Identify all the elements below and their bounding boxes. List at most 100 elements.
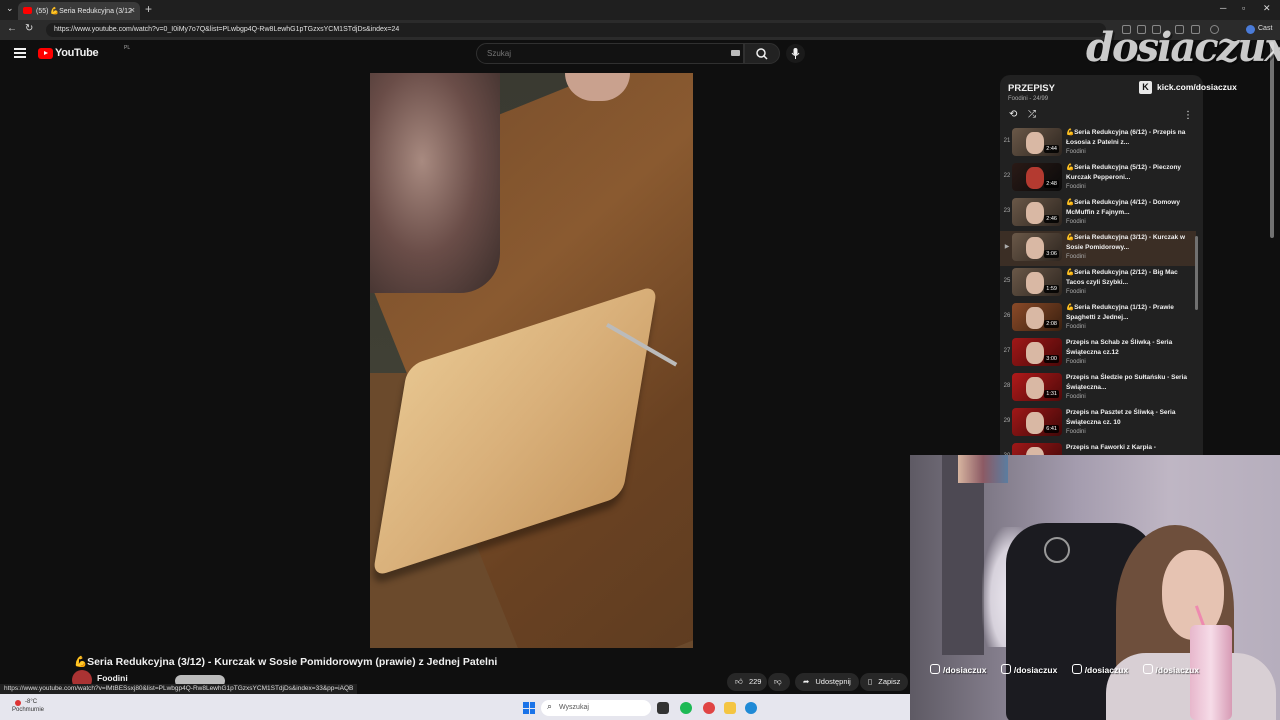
page-scrollbar[interactable] [1270, 42, 1274, 238]
playlist-item-title: 💪Seria Redukcyjna (1/12) - Prawie Spaghe… [1066, 304, 1174, 321]
video-person-torso [370, 73, 500, 293]
playlist-item[interactable]: 25 1:59 💪Seria Redukcyjna (2/12) - Big M… [1000, 266, 1196, 301]
hamburger-menu-icon[interactable] [14, 48, 26, 58]
playlist-item-index: 29 [1003, 418, 1011, 424]
playlist-item[interactable]: 22 2:48 💪Seria Redukcyjna (5/12) - Piecz… [1000, 161, 1196, 196]
playlist-item-duration: 3:00 [1044, 355, 1059, 363]
close-tab-icon[interactable]: × [130, 5, 135, 15]
playlist-item-index: 25 [1003, 278, 1011, 284]
playlist-item-title: Przepis na Pasztet ze Śliwką - Seria Świ… [1066, 409, 1176, 426]
playlist-title[interactable]: PRZEPISY [1008, 83, 1055, 94]
playlist-item-title: Przepis na Faworki z Karpia - [1066, 444, 1156, 451]
playlist-item[interactable]: 27 3:00 Przepis na Schab ze Śliwką - Ser… [1000, 336, 1196, 371]
playlist-item-channel: Foodini [1066, 184, 1086, 190]
channel-name[interactable]: Foodini [97, 673, 128, 683]
opera-icon[interactable] [703, 702, 715, 714]
spotify-icon[interactable] [680, 702, 692, 714]
playlist-item-thumbnail: 2:46 [1012, 198, 1062, 226]
kick-icon: K [1139, 81, 1152, 94]
playlist-item-thumbnail: 2:08 [1012, 303, 1062, 331]
playlist-item-channel: Foodini [1066, 254, 1086, 260]
browser-status-url: https://www.youtube.com/watch?v=lMtBESsx… [0, 684, 358, 694]
address-bar[interactable]: https://www.youtube.com/watch?v=0_I0iMy7… [46, 23, 1106, 37]
playlist-item-channel: Foodini [1066, 394, 1086, 400]
taskbar-search[interactable]: Wyszukaj [541, 700, 651, 716]
playlist-item-duration: 1:59 [1044, 285, 1059, 293]
youtube-play-icon [38, 48, 53, 59]
playlist-item-thumbnail: 1:59 [1012, 268, 1062, 296]
kick-link: kick.com/dosiaczux [1157, 82, 1237, 92]
voice-search-button[interactable] [786, 44, 805, 63]
playlist-item-channel: Foodini [1066, 219, 1086, 225]
webcam-feed [910, 455, 1280, 720]
playlist-item-duration: 2:44 [1044, 145, 1059, 153]
social-handles: /dosiaczux /dosiaczux /dosiaczux /dosiac… [930, 664, 1211, 675]
weather-widget[interactable]: -8°C Pochmurnie [12, 698, 44, 714]
share-button[interactable]: ➦ Udostępnij [795, 673, 859, 691]
instagram-icon [930, 664, 940, 674]
close-window-icon[interactable]: ✕ [1263, 3, 1271, 14]
youtube-icon [1071, 664, 1082, 674]
file-explorer-icon[interactable] [724, 702, 736, 714]
playlist-item-channel: Foodini [1066, 324, 1086, 330]
keyboard-icon[interactable] [731, 50, 740, 56]
weather-desc: Pochmurnie [12, 707, 45, 713]
loop-icon[interactable]: ⟲ [1009, 109, 1017, 120]
playlist-item-index: 23 [1003, 208, 1011, 214]
save-button[interactable]: ▯ Zapisz [860, 673, 909, 691]
weather-temp: -8°C [25, 699, 38, 705]
tab-list-icon[interactable]: ⌄ [6, 3, 14, 14]
playlist-item-index: 27 [1003, 348, 1011, 354]
dislike-button[interactable]: 👎︎ [768, 673, 790, 691]
playlist-item-duration: 2:48 [1044, 180, 1059, 188]
more-options-icon[interactable]: ⋮ [1183, 110, 1193, 121]
minimize-icon[interactable]: ─ [1220, 3, 1226, 13]
playlist-item-channel: Foodini [1066, 429, 1086, 435]
webcam-door [942, 455, 984, 655]
youtube-handle: /dosiaczux [1084, 665, 1129, 675]
back-icon[interactable]: ← [7, 23, 17, 34]
browser-tab[interactable]: (55) 💪Seria Redukcyjna (3/12 × [18, 2, 140, 20]
playlist-item-duration: 2:08 [1044, 320, 1059, 328]
playlist-item-duration: 2:46 [1044, 215, 1059, 223]
playlist-item-channel: Foodini [1066, 149, 1086, 155]
video-player[interactable] [370, 73, 693, 648]
playlist-item[interactable]: 28 1:31 Przepis na Śledzie po Sułtańsku … [1000, 371, 1196, 406]
task-view-icon[interactable] [657, 702, 669, 714]
region-code: PL [124, 45, 131, 51]
playlist-item-thumbnail: 6:41 [1012, 408, 1062, 436]
playlist-item-thumbnail [1012, 443, 1062, 455]
windows-start-icon[interactable] [523, 702, 535, 714]
playlist-item-index: 26 [1003, 313, 1011, 319]
playlist-item[interactable]: 23 2:46 💪Seria Redukcyjna (4/12) - Domow… [1000, 196, 1196, 231]
reload-icon[interactable]: ↻ [25, 23, 33, 34]
chair-logo-icon [1044, 537, 1070, 563]
playlist-item-thumbnail: 3:06 [1012, 233, 1062, 261]
new-tab-button[interactable]: + [145, 2, 152, 16]
video-title: 💪Seria Redukcyjna (3/12) - Kurczak w Sos… [74, 656, 498, 668]
like-button[interactable]: 👍︎ 229 [727, 673, 767, 691]
playlist-item-index: 28 [1003, 383, 1011, 389]
playlist-item-title: Przepis na Schab ze Śliwką - Seria Świąt… [1066, 339, 1173, 356]
edge-icon[interactable] [745, 702, 757, 714]
maximize-icon[interactable]: ▫ [1242, 3, 1245, 13]
playlist-item-title: 💪Seria Redukcyjna (6/12) - Przepis na Ło… [1066, 129, 1186, 146]
thumbs-up-icon: 👍︎ [735, 677, 743, 686]
playlist-scrollbar[interactable] [1195, 236, 1198, 310]
kick-handle: /dosiaczux [1155, 665, 1199, 675]
playlist-item-thumbnail: 2:48 [1012, 163, 1062, 191]
playlist-subtitle: Foodini - 24/99 [1008, 96, 1049, 102]
playlist-item[interactable]: 30 Przepis na Faworki z Karpia - [1000, 441, 1196, 455]
playlist-item[interactable]: 26 2:08 💪Seria Redukcyjna (1/12) - Prawi… [1000, 301, 1196, 336]
search-button[interactable] [744, 43, 780, 64]
tiktok-icon [1000, 664, 1011, 674]
save-bookmark-icon: ▯ [868, 677, 873, 686]
share-icon: ➦ [803, 677, 810, 686]
streamer-brand-logo: dosiaczux [1086, 24, 1280, 71]
shuffle-icon[interactable]: ⤮ [1028, 109, 1036, 120]
playlist-item-current[interactable]: ▶ 3:06 💪Seria Redukcyjna (3/12) - Kurcza… [1000, 231, 1196, 266]
playlist-item[interactable]: 29 6:41 Przepis na Pasztet ze Śliwką - S… [1000, 406, 1196, 441]
playlist-item[interactable]: 21 2:44 💪Seria Redukcyjna (6/12) - Przep… [1000, 126, 1196, 161]
search-input[interactable] [476, 43, 744, 64]
playlist-item-title: 💪Seria Redukcyjna (3/12) - Kurczak w Sos… [1066, 234, 1185, 251]
